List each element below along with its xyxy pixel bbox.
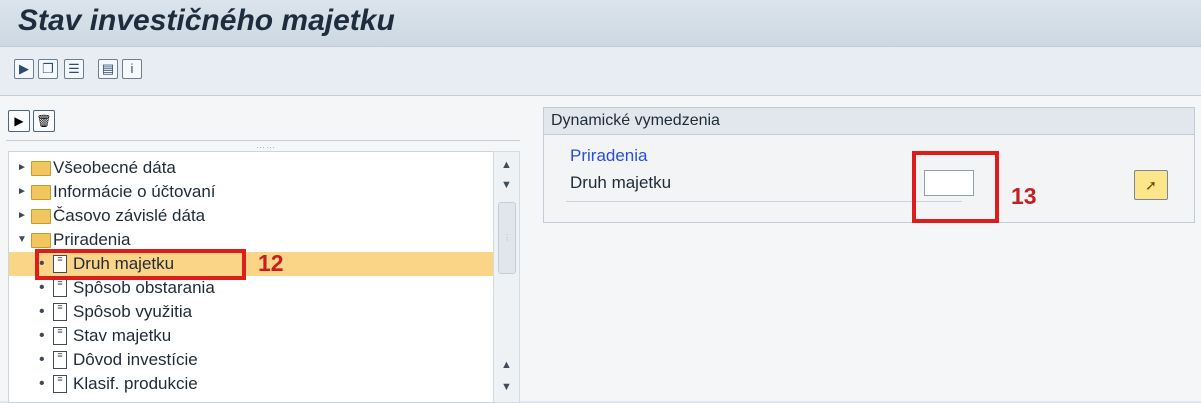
document-icon: ≡ [53, 279, 67, 297]
scroll-down-icon[interactable]: ▼ [494, 376, 519, 398]
tree-item-label: Klasif. produkcie [73, 374, 198, 393]
dynamic-selections-panel: Dynamické vymedzenia Priradenia Druh maj… [543, 107, 1195, 223]
document-icon: ≡ [53, 303, 67, 321]
tree-item-informacie-o-uctovani[interactable]: ► Informácie o účtovaní [9, 180, 493, 204]
bullet-icon: • [39, 375, 45, 392]
selection-options-icon[interactable]: ☰ [64, 59, 84, 79]
tree-item-label: Všeobecné dáta [53, 158, 176, 177]
folder-icon [31, 161, 51, 176]
open-folder-icon [31, 233, 51, 248]
bullet-icon: • [39, 303, 45, 320]
group-title: Priradenia [570, 146, 648, 165]
annotation-box-12 [35, 249, 246, 280]
tree-scrollbar[interactable]: ▲ ▼ ⋮ ▲ ▼ [493, 151, 520, 403]
info-icon[interactable]: i [122, 59, 142, 79]
scroll-down-icon[interactable]: ▼ [494, 174, 519, 196]
bullet-icon: • [39, 351, 45, 368]
execute-icon[interactable]: ▶ [14, 59, 34, 79]
folder-icon [31, 185, 51, 200]
scrollbar-thumb[interactable]: ⋮ [498, 202, 516, 274]
panel-header: Dynamické vymedzenia [544, 108, 1194, 135]
tree-item-label: Spôsob využitia [73, 302, 193, 321]
page-title: Stav investičného majetku [18, 4, 395, 37]
collapsed-arrow-icon[interactable]: ► [17, 180, 27, 204]
document-icon: ≡ [53, 375, 67, 393]
annotation-label-13: 13 [1011, 183, 1037, 209]
application-toolbar: ▶ ❐ ☰ ▤ i [0, 47, 1201, 96]
pane-splitter[interactable]: …… [6, 140, 520, 150]
tree-item-stav-majetku[interactable]: • ≡ Stav majetku [9, 324, 493, 348]
folder-icon [31, 209, 51, 224]
tree-item-dovod-investicie[interactable]: • ≡ Dôvod investície [9, 348, 493, 372]
scroll-up-icon[interactable]: ▲ [494, 154, 519, 176]
document-icon: ≡ [53, 351, 67, 369]
tree-item-label: Dôvod investície [73, 350, 198, 369]
copy-icon[interactable]: ❐ [38, 59, 58, 79]
panel-header-label: Dynamické vymedzenia [551, 112, 720, 129]
splitter-grip-icon[interactable]: …… [256, 141, 276, 150]
document-icon: ≡ [53, 327, 67, 345]
delete-icon[interactable]: 🗑 [33, 110, 55, 132]
variant-icon[interactable]: ▤ [98, 59, 118, 79]
annotation-label-12: 12 [258, 250, 284, 276]
tree-item-klasif-produkcie[interactable]: • ≡ Klasif. produkcie [9, 372, 493, 396]
tree-item-casovo-zavisle-data[interactable]: ► Časovo závislé dáta [9, 204, 493, 228]
expanded-arrow-icon[interactable]: ▼ [17, 228, 27, 252]
tree-item-label: Časovo závislé dáta [53, 206, 206, 225]
collapsed-arrow-icon[interactable]: ► [17, 156, 27, 180]
expand-icon[interactable]: ▶ [8, 110, 30, 132]
field-underline [566, 201, 962, 202]
tree-item-label: Informácie o účtovaní [53, 182, 216, 201]
bullet-icon: • [39, 327, 45, 344]
field-label: Druh majetku [570, 173, 672, 192]
multiple-selection-icon: ➚ [1145, 177, 1157, 193]
annotation-box-13 [912, 151, 999, 223]
tree-item-sposob-vyuzitia[interactable]: • ≡ Spôsob využitia [9, 300, 493, 324]
tree-item-label: Stav majetku [73, 326, 172, 345]
selection-tree-pane: ▶ 🗑 …… ► Všeobecné dáta ► Informácie o ú… [0, 96, 528, 403]
main-content: ▶ 🗑 …… ► Všeobecné dáta ► Informácie o ú… [0, 96, 1201, 403]
collapsed-arrow-icon[interactable]: ► [17, 204, 27, 228]
scroll-up-icon[interactable]: ▲ [494, 354, 519, 376]
title-bar: Stav investičného majetku [0, 0, 1201, 47]
multiple-selection-button[interactable]: ➚ [1134, 170, 1168, 200]
tree-item-vseobecne-data[interactable]: ► Všeobecné dáta [9, 156, 493, 180]
